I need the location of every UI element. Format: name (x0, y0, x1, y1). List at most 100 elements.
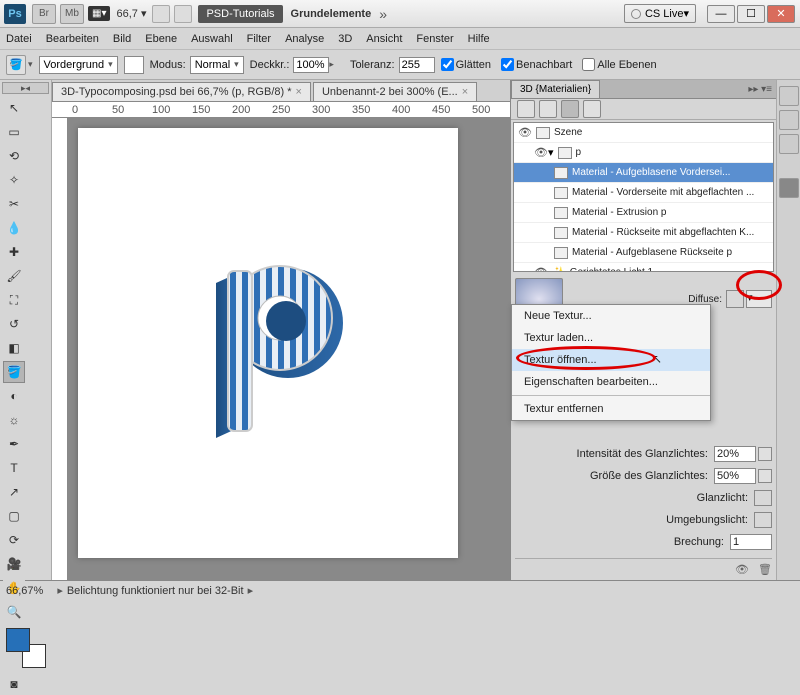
render-icon[interactable]: 👁 (735, 564, 749, 576)
color-swatches[interactable] (6, 628, 46, 668)
minibridge-shortcut[interactable]: Mb (60, 4, 84, 24)
light-filter-icon[interactable] (583, 100, 601, 118)
screen-mode-icon[interactable] (174, 5, 192, 23)
pen-tool[interactable]: ✒ (3, 433, 25, 455)
tool-expand-icon[interactable]: ▸◂ (2, 82, 49, 94)
arrange-icon[interactable] (152, 5, 170, 23)
bucket-tool[interactable]: 🪣 (3, 361, 25, 383)
type-tool[interactable]: T (3, 457, 25, 479)
contiguous-checkbox[interactable] (501, 58, 514, 71)
canvas[interactable] (68, 118, 510, 580)
menu-open-texture[interactable]: Textur öffnen... ↖ (512, 349, 710, 371)
visibility-icon[interactable]: 👁 (534, 266, 548, 272)
antialias-checkbox[interactable] (441, 58, 454, 71)
brush-tool[interactable]: 🖌 (3, 265, 25, 287)
material-row[interactable]: Material - Aufgeblasene Vordersei... (514, 163, 773, 183)
heal-tool[interactable]: ✚ (3, 241, 25, 263)
zoom-field[interactable]: 66,7 ▾ (116, 7, 146, 20)
3d-tool[interactable]: ⟳ (3, 529, 25, 551)
menu-analyse[interactable]: Analyse (285, 33, 324, 45)
tolerance-input[interactable] (399, 57, 435, 73)
menu-3d[interactable]: 3D (338, 33, 352, 45)
menu-edit-properties[interactable]: Eigenschaften bearbeiten... (512, 371, 710, 393)
menu-auswahl[interactable]: Auswahl (191, 33, 233, 45)
move-tool[interactable]: ↖ (3, 97, 25, 119)
highlight-swatch[interactable] (754, 490, 772, 506)
bridge-shortcut[interactable]: Br (32, 4, 56, 24)
cs-live-button[interactable]: CS Live ▾ (624, 4, 696, 23)
material-filter-icon[interactable] (561, 100, 579, 118)
diffuse-swatch[interactable] (726, 290, 744, 308)
adjustments-panel-icon[interactable] (779, 134, 799, 154)
history-brush-tool[interactable]: ↺ (3, 313, 25, 335)
3d-cam-tool[interactable]: 🎥 (3, 553, 25, 575)
pattern-swatch[interactable] (124, 56, 144, 74)
marquee-tool[interactable]: ▭ (3, 121, 25, 143)
menu-ebene[interactable]: Ebene (145, 33, 177, 45)
psd-tutorials-button[interactable]: PSD-Tutorials (198, 5, 282, 23)
menu-ansicht[interactable]: Ansicht (366, 33, 402, 45)
workspace-more-icon[interactable]: » (379, 6, 387, 22)
visibility-icon[interactable]: 👁 (518, 126, 532, 139)
ambient-swatch[interactable] (754, 512, 772, 528)
maximize-button[interactable]: ☐ (737, 5, 765, 23)
3d-panel-icon[interactable] (779, 178, 799, 198)
channels-panel-icon[interactable] (779, 110, 799, 130)
status-zoom[interactable]: 66,67% (6, 585, 43, 597)
all-layers-checkbox[interactable] (582, 58, 595, 71)
doc-tab-active[interactable]: 3D-Typocomposing.psd bei 66,7% (p, RGB/8… (52, 82, 311, 101)
panel-3d-tab[interactable]: 3D {Materialien} (511, 80, 600, 98)
crop-tool[interactable]: ✂ (3, 193, 25, 215)
minimize-button[interactable]: — (707, 5, 735, 23)
eraser-tool[interactable]: ◧ (3, 337, 25, 359)
dodge-tool[interactable]: ☼ (3, 409, 25, 431)
mesh-row[interactable]: 👁▾p (514, 143, 773, 163)
menu-remove-texture[interactable]: Textur entfernen (512, 398, 710, 420)
gloss-size-input[interactable]: 50% (714, 468, 756, 484)
material-row[interactable]: Material - Vorderseite mit abgeflachten … (514, 183, 773, 203)
gloss-intensity-input[interactable]: 20% (714, 446, 756, 462)
zoom-tool[interactable]: 🔍 (3, 601, 25, 623)
wand-tool[interactable]: ✧ (3, 169, 25, 191)
doc-tab-other[interactable]: Unbenannt-2 bei 300% (E...× (313, 82, 477, 101)
material-row[interactable]: Material - Extrusion p (514, 203, 773, 223)
layers-panel-icon[interactable] (779, 86, 799, 106)
bucket-tool-icon[interactable]: 🪣 (6, 55, 26, 75)
menu-hilfe[interactable]: Hilfe (468, 33, 490, 45)
menu-bild[interactable]: Bild (113, 33, 131, 45)
texture-icon[interactable] (758, 469, 772, 483)
quickmask-tool[interactable]: ◙ (3, 673, 25, 695)
material-row[interactable]: Material - Rückseite mit abgeflachten K.… (514, 223, 773, 243)
visibility-icon[interactable]: 👁 (534, 146, 548, 159)
scene-row[interactable]: 👁Szene (514, 123, 773, 143)
blur-tool[interactable]: ◐ (3, 385, 25, 407)
menu-filter[interactable]: Filter (247, 33, 271, 45)
menu-new-texture[interactable]: Neue Textur... (512, 305, 710, 327)
view-extras-icon[interactable]: ▦▾ (88, 6, 110, 21)
stamp-tool[interactable]: ⛶ (3, 289, 25, 311)
texture-icon[interactable] (758, 447, 772, 461)
fill-source-select[interactable]: Vordergrund (39, 56, 118, 74)
light-row[interactable]: 👁✨Gerichtetes Licht 1 (514, 263, 773, 272)
close-button[interactable]: ✕ (767, 5, 795, 23)
path-tool[interactable]: ↗ (3, 481, 25, 503)
menu-bearbeiten[interactable]: Bearbeiten (46, 33, 99, 45)
panel-collapse-icon[interactable]: ▸▸ ▾≡ (748, 84, 772, 95)
material-row[interactable]: Material - Aufgeblasene Rückseite p (514, 243, 773, 263)
mesh-filter-icon[interactable] (539, 100, 557, 118)
opacity-input[interactable] (293, 57, 329, 73)
lasso-tool[interactable]: ⟲ (3, 145, 25, 167)
close-icon[interactable]: × (296, 86, 302, 98)
shape-tool[interactable]: ▢ (3, 505, 25, 527)
menu-load-texture[interactable]: Textur laden... (512, 327, 710, 349)
close-icon[interactable]: × (462, 86, 468, 98)
workspace-name[interactable]: Grundelemente (291, 8, 372, 20)
delete-icon[interactable]: 🗑 (758, 564, 772, 576)
menu-datei[interactable]: Datei (6, 33, 32, 45)
menu-fenster[interactable]: Fenster (416, 33, 453, 45)
scene-filter-icon[interactable] (517, 100, 535, 118)
refraction-input[interactable]: 1 (730, 534, 772, 550)
diffuse-texture-button[interactable]: ▾ (746, 290, 772, 308)
eyedrop-tool[interactable]: 💧 (3, 217, 25, 239)
mode-select[interactable]: Normal (190, 56, 244, 74)
